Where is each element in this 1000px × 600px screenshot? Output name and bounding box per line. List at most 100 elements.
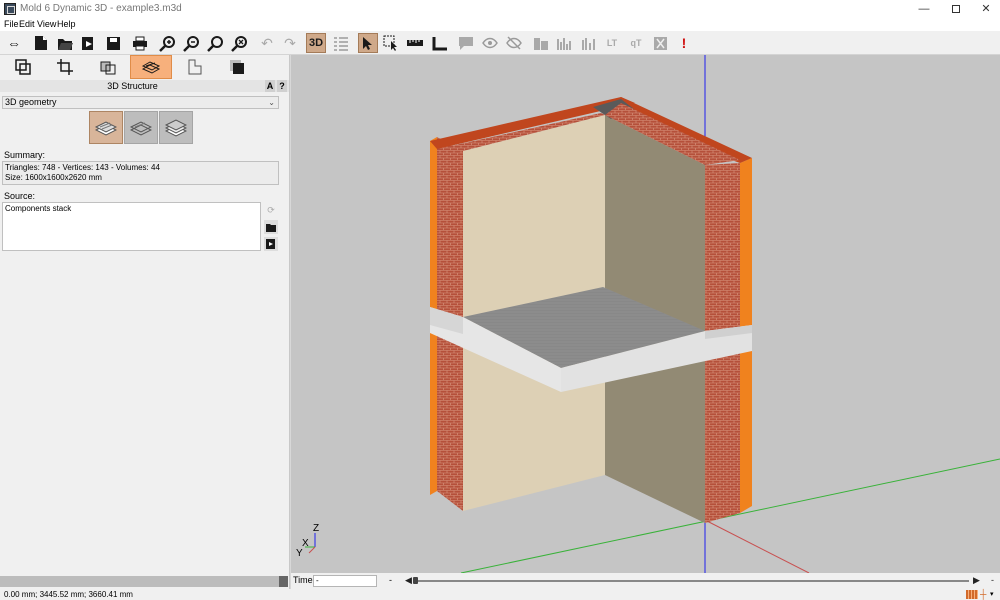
maximize-icon	[952, 5, 960, 14]
time-value: -	[316, 576, 319, 585]
list-button[interactable]	[331, 33, 351, 53]
chart-qt-button[interactable]: qT	[626, 33, 646, 53]
open-file-button[interactable]	[55, 33, 75, 53]
angle-icon	[432, 36, 447, 50]
crop-icon	[57, 59, 73, 75]
zoom-in-icon	[158, 35, 175, 52]
eye-icon	[482, 37, 498, 49]
chart-bar-button[interactable]	[531, 33, 551, 53]
play-back-icon[interactable]: ◀	[405, 575, 412, 586]
status-coordinates: 0.00 mm; 3445.52 mm; 3660.41 mm	[4, 590, 133, 599]
comment-icon	[459, 36, 473, 50]
horizontal-scrollbar[interactable]	[0, 576, 279, 587]
print-button[interactable]	[130, 33, 150, 53]
time-input[interactable]: -	[313, 575, 377, 587]
compare-button[interactable]	[650, 33, 670, 53]
summary-size: Size: 1600x1600x2620 mm	[5, 173, 102, 182]
3d-viewport[interactable]: Z X Y	[291, 55, 1000, 573]
chart-bars-icon	[557, 37, 571, 50]
zoom-in-button[interactable]	[157, 33, 177, 53]
font-button[interactable]: A	[265, 80, 275, 92]
import-button[interactable]	[79, 33, 99, 53]
eye-button[interactable]	[480, 33, 500, 53]
help-button[interactable]: ?	[277, 80, 287, 92]
summary-box: Triangles: 748 - Vertices: 143 - Volumes…	[2, 161, 279, 185]
solid-layers-icon	[95, 120, 117, 136]
menu-view[interactable]: View	[37, 19, 56, 29]
zoom-window-button[interactable]	[229, 33, 249, 53]
menu-file[interactable]: File	[4, 19, 19, 29]
maximize-button[interactable]	[940, 0, 972, 18]
solid-view-button[interactable]	[89, 111, 123, 144]
redo-button[interactable]: ↷	[280, 33, 300, 53]
select-box-button[interactable]	[381, 33, 401, 53]
transparent-layers-icon	[130, 120, 152, 136]
measure-icon	[407, 40, 423, 46]
import-source-button[interactable]	[264, 237, 278, 251]
main-toolbar: ⇔ ↶ ↷ 3D LT qT !	[0, 31, 1000, 55]
panel-title: 3D Structure	[107, 81, 158, 91]
select-arrow-button[interactable]	[358, 33, 378, 53]
warning-button[interactable]: !	[674, 33, 694, 53]
compare-icon	[653, 36, 667, 50]
time-bar: Time: - - ◀ ▶ -	[291, 573, 1000, 589]
save-icon	[106, 36, 120, 50]
3d-structure-icon	[142, 61, 160, 74]
menu-help[interactable]: Help	[57, 19, 76, 29]
layers-icon	[15, 59, 31, 75]
hide-button[interactable]	[504, 33, 524, 53]
save-button[interactable]	[103, 33, 123, 53]
gradient-tab[interactable]	[216, 55, 258, 79]
chart-lt-icon: LT	[606, 37, 618, 48]
open-source-button[interactable]	[264, 220, 278, 234]
minimize-button[interactable]: —	[908, 0, 940, 18]
menu-bar: File Edit View Help	[0, 18, 1000, 31]
window-title: Mold 6 Dynamic 3D - example3.m3d	[20, 3, 182, 14]
time-slider-thumb[interactable]	[413, 577, 418, 584]
redo-icon: ↷	[284, 35, 296, 51]
panel-tabs	[0, 55, 289, 79]
chart-qt-icon: qT	[630, 37, 642, 48]
toggle-panel-icon: ⇔	[7, 35, 21, 51]
grid-toggle-icon[interactable]	[966, 590, 978, 599]
chart-stack-icon	[582, 37, 595, 50]
measure-button[interactable]	[405, 33, 425, 53]
play-forward-icon[interactable]: ▶	[973, 575, 980, 586]
close-button[interactable]: ✕	[970, 0, 1000, 18]
sheet-tab[interactable]	[173, 55, 215, 79]
geometry-select[interactable]: 3D geometry ⌄	[2, 96, 279, 109]
layers-tab[interactable]	[2, 55, 44, 79]
chart-bars-button[interactable]	[555, 33, 575, 53]
menu-edit[interactable]: Edit	[19, 19, 35, 29]
chevron-down-icon: ⌄	[268, 98, 275, 107]
status-menu-icon[interactable]: ▾	[990, 589, 994, 600]
zoom-fit-button[interactable]	[205, 33, 225, 53]
transparent-view-button[interactable]	[124, 111, 158, 144]
undo-button[interactable]: ↶	[257, 33, 277, 53]
stacked-view-button[interactable]	[159, 111, 193, 144]
new-file-button[interactable]	[31, 33, 51, 53]
snap-toggle-icon[interactable]: ┼	[980, 589, 988, 600]
chart-lt-button[interactable]: LT	[602, 33, 622, 53]
zoom-out-button[interactable]	[181, 33, 201, 53]
new-file-icon	[35, 36, 47, 50]
import-source-icon	[266, 239, 275, 249]
time-slider-track[interactable]	[413, 580, 969, 582]
3d-structure-tab[interactable]	[130, 55, 172, 79]
3d-mode-button[interactable]: 3D	[306, 33, 326, 53]
refresh-button[interactable]: ⟳	[264, 203, 278, 217]
time-end-separator: -	[991, 575, 994, 585]
bricks-icon	[100, 61, 116, 75]
structure-header: 3D Structure A ?	[0, 80, 289, 92]
crop-tab[interactable]	[44, 55, 86, 79]
open-folder-icon	[266, 223, 276, 232]
angle-button[interactable]	[430, 33, 450, 53]
chart-stack-button[interactable]	[579, 33, 599, 53]
refresh-icon: ⟳	[267, 204, 275, 215]
toggle-panel-button[interactable]: ⇔	[4, 33, 24, 53]
bricks-tab[interactable]	[87, 55, 129, 79]
source-textarea[interactable]: Components stack	[2, 202, 261, 251]
gradient-icon	[230, 60, 244, 74]
axis-label-y: Y	[296, 548, 303, 559]
comment-button[interactable]	[456, 33, 476, 53]
